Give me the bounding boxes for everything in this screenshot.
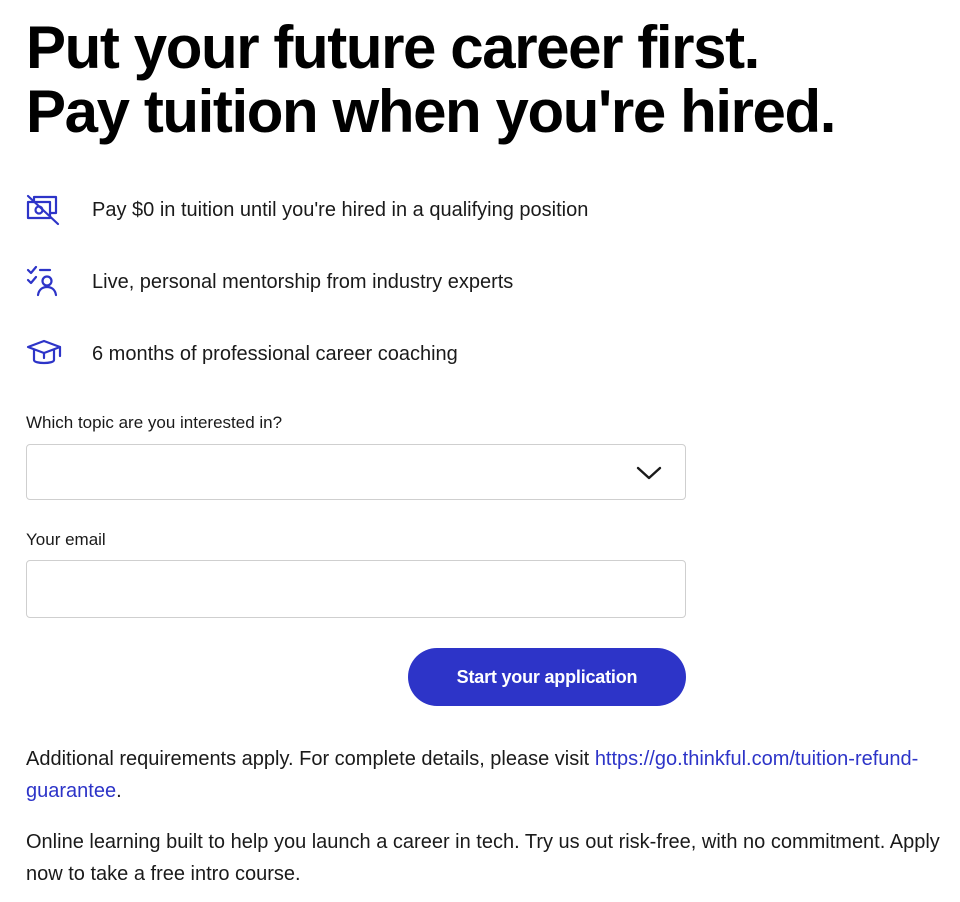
disclaimer-end: . [116,780,122,802]
feature-text: Live, personal mentorship from industry … [92,270,514,293]
disclaimer-text: Additional requirements apply. For compl… [26,743,946,807]
headline-line-2: Pay tuition when you're hired. [26,78,836,145]
email-input[interactable] [26,560,686,618]
disclaimer-body: Additional requirements apply. For compl… [26,748,595,770]
feature-text: 6 months of professional career coaching [92,342,458,365]
feature-item-tuition: Pay $0 in tuition until you're hired in … [26,192,926,228]
graduation-cap-icon [26,336,64,372]
feature-item-coaching: 6 months of professional career coaching [26,336,926,372]
topic-select[interactable] [26,444,686,500]
chevron-down-icon[interactable] [635,463,663,483]
feature-item-mentorship: Live, personal mentorship from industry … [26,264,926,300]
topic-label: Which topic are you interested in? [26,413,283,432]
page-headline: Put your future career first. Pay tuitio… [26,16,946,144]
start-application-button[interactable]: Start your application [408,648,686,706]
feature-text: Pay $0 in tuition until you're hired in … [92,198,589,221]
headline-line-1: Put your future career first. [26,14,760,81]
intro-text: Online learning built to help you launch… [26,831,940,885]
no-payment-icon [26,192,64,228]
email-label: Your email [26,530,106,549]
mentor-checklist-icon [26,264,64,300]
